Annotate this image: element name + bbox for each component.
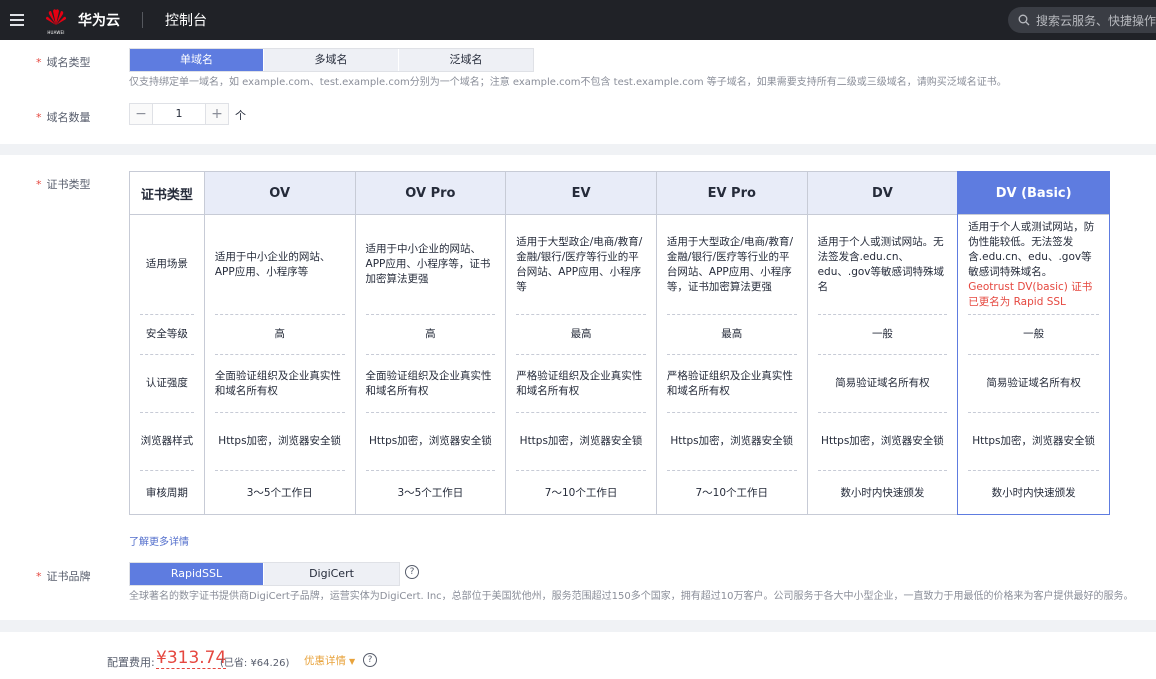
cert-option-ev[interactable]: EV 适用于大型政企/电商/教育/金融/银行/医疗等行业的平台网站、APP应用、… <box>506 172 657 514</box>
cert-strength: 简易验证域名所有权 <box>968 355 1099 413</box>
cert-brand-label: * 证书品牌 <box>36 570 91 583</box>
cert-option-ev-pro[interactable]: EV Pro 适用于大型政企/电商/教育/金融/银行/医疗等行业的平台网站、AP… <box>656 172 808 514</box>
row-label-strength: 认证强度 <box>140 355 194 413</box>
cert-rename-note: Geotrust DV(basic) 证书已更名为 Rapid SSL <box>968 280 1093 308</box>
top-navigation-bar: HUAWEI 华为云 控制台 搜索云服务、快捷操作 <box>0 0 1156 40</box>
cert-panel: * 证书类型 证书类型 适用场景 安全等级 认证强度 浏览器样式 审核周期 OV … <box>0 155 1156 620</box>
domain-type-multi[interactable]: 多域名 <box>264 49 399 71</box>
cert-period: 数小时内快速颁发 <box>991 486 1076 499</box>
more-details-link[interactable]: 了解更多详情 <box>129 533 189 548</box>
domain-count-input[interactable]: 1 <box>152 104 206 124</box>
brand-digicert[interactable]: DigiCert <box>264 563 399 585</box>
cert-browser: Https加密，浏览器安全锁 <box>365 413 496 471</box>
cert-option-dv[interactable]: DV 适用于个人或测试网站。无法签发含.edu.cn、edu、.gov等敏感词特… <box>807 172 959 514</box>
cert-type-label: * 证书类型 <box>36 178 91 191</box>
cert-scenario-block: 适用于个人或测试网站，防伪性能较低。无法签发含.edu.cn、edu、.gov等… <box>968 215 1099 315</box>
menu-icon[interactable] <box>0 0 34 40</box>
cert-name: OV Pro <box>355 172 506 215</box>
cert-security: 最高 <box>516 315 646 355</box>
domain-type-single[interactable]: 单域名 <box>130 49 264 71</box>
cert-strength: 全面验证组织及企业真实性和域名所有权 <box>214 355 345 413</box>
fee-bar: 配置费用: ¥313.74 (已省: ¥64.26) 优惠详情 ▼ ? <box>0 632 1156 679</box>
cert-strength: 简易验证域名所有权 <box>817 355 948 413</box>
cert-brand-selector: RapidSSL DigiCert <box>129 562 400 586</box>
cert-scenario: 适用于个人或测试网站，防伪性能较低。无法签发含.edu.cn、edu、.gov等… <box>968 220 1095 278</box>
cert-brand-hint: 全球著名的数字证书提供商DigiCert子品牌，运营实体为DigiCert. I… <box>129 591 1134 602</box>
cert-scenario: 适用于中小企业的网站、APP应用、小程序等，证书加密算法更强 <box>365 215 496 315</box>
huawei-logo[interactable]: HUAWEI <box>44 7 68 35</box>
cert-period: 7～10个工作日 <box>695 486 769 499</box>
fee-label: 配置费用: <box>107 656 155 669</box>
domain-type-label: * 域名类型 <box>36 56 91 69</box>
increment-button[interactable]: + <box>206 104 228 124</box>
promo-label: 优惠详情 <box>304 655 346 667</box>
cert-security: 高 <box>214 315 345 355</box>
row-label-column: 证书类型 适用场景 安全等级 认证强度 浏览器样式 审核周期 <box>130 172 205 514</box>
cert-period: 7～10个工作日 <box>544 486 618 499</box>
domain-count-label: * 域名数量 <box>36 111 91 124</box>
cert-option-ov-pro[interactable]: OV Pro 适用于中小企业的网站、APP应用、小程序等，证书加密算法更强 高 … <box>355 172 507 514</box>
divider <box>142 12 143 28</box>
promo-details-link[interactable]: 优惠详情 ▼ <box>304 653 355 668</box>
cert-security: 一般 <box>817 315 948 355</box>
cert-period: 3～5个工作日 <box>397 486 464 499</box>
domain-type-hint: 仅支持绑定单一域名，如 example.com、test.example.com… <box>129 77 1007 88</box>
cert-security: 高 <box>365 315 496 355</box>
cert-type-table: 证书类型 适用场景 安全等级 认证强度 浏览器样式 审核周期 OV 适用于中小企… <box>129 171 1110 515</box>
console-link[interactable]: 控制台 <box>165 10 207 30</box>
cert-security: 最高 <box>666 315 797 355</box>
cert-scenario: 适用于大型政企/电商/教育/金融/银行/医疗等行业的平台网站、APP应用、小程序… <box>666 215 797 315</box>
cert-browser: Https加密，浏览器安全锁 <box>968 413 1099 471</box>
cert-name: DV (Basic) <box>958 172 1109 215</box>
brand-rapidssl[interactable]: RapidSSL <box>130 563 264 585</box>
cert-option-ov[interactable]: OV 适用于中小企业的网站、APP应用、小程序等 高 全面验证组织及企业真实性和… <box>204 172 356 514</box>
cert-scenario: 适用于中小企业的网站、APP应用、小程序等 <box>214 215 345 315</box>
cert-name: EV Pro <box>656 172 807 215</box>
domain-panel: * 域名类型 单域名 多域名 泛域名 仅支持绑定单一域名，如 example.co… <box>0 40 1156 144</box>
row-label-browser: 浏览器样式 <box>140 413 194 471</box>
cert-browser: Https加密，浏览器安全锁 <box>817 413 948 471</box>
domain-count-unit: 个 <box>235 109 246 122</box>
cert-period: 数小时内快速颁发 <box>840 486 925 499</box>
search-icon <box>1018 14 1030 26</box>
cert-period: 3～5个工作日 <box>246 486 313 499</box>
search-placeholder: 搜索云服务、快捷操作 <box>1036 13 1156 28</box>
cert-name: EV <box>506 172 656 215</box>
cert-scenario: 适用于个人或测试网站。无法签发含.edu.cn、edu、.gov等敏感词特殊域名 <box>817 215 948 315</box>
cert-browser: Https加密，浏览器安全锁 <box>666 413 797 471</box>
table-header-label: 证书类型 <box>130 172 204 215</box>
cert-browser: Https加密，浏览器安全锁 <box>516 413 646 471</box>
cert-strength: 全面验证组织及企业真实性和域名所有权 <box>365 355 496 413</box>
cert-strength: 严格验证组织及企业真实性和域名所有权 <box>666 355 797 413</box>
cert-name: OV <box>204 172 355 215</box>
decrement-button[interactable]: − <box>130 104 152 124</box>
domain-count-stepper: − 1 + <box>129 103 229 125</box>
cert-scenario: 适用于大型政企/电商/教育/金融/银行/医疗等行业的平台网站、APP应用、小程序… <box>516 215 646 315</box>
row-label-scenario: 适用场景 <box>140 215 194 315</box>
row-label-period: 审核周期 <box>145 486 188 499</box>
cert-option-dv-basic[interactable]: DV (Basic) 适用于个人或测试网站，防伪性能较低。无法签发含.edu.c… <box>957 171 1110 515</box>
cert-browser: Https加密，浏览器安全锁 <box>214 413 345 471</box>
domain-type-selector: 单域名 多域名 泛域名 <box>129 48 534 72</box>
search-input[interactable]: 搜索云服务、快捷操作 <box>1008 7 1156 33</box>
cert-strength: 严格验证组织及企业真实性和域名所有权 <box>516 355 646 413</box>
cert-security: 一般 <box>968 315 1099 355</box>
logo-text: HUAWEI <box>47 30 65 35</box>
cert-name: DV <box>807 172 958 215</box>
fee-saved: (已省: ¥64.26) <box>220 658 290 669</box>
domain-type-wildcard[interactable]: 泛域名 <box>399 49 533 71</box>
help-icon[interactable]: ? <box>405 565 419 579</box>
brand-name[interactable]: 华为云 <box>78 10 120 30</box>
help-icon[interactable]: ? <box>363 653 377 667</box>
fee-value[interactable]: ¥313.74 <box>156 648 227 669</box>
row-label-security: 安全等级 <box>140 315 194 355</box>
chevron-down-icon: ▼ <box>349 657 356 666</box>
